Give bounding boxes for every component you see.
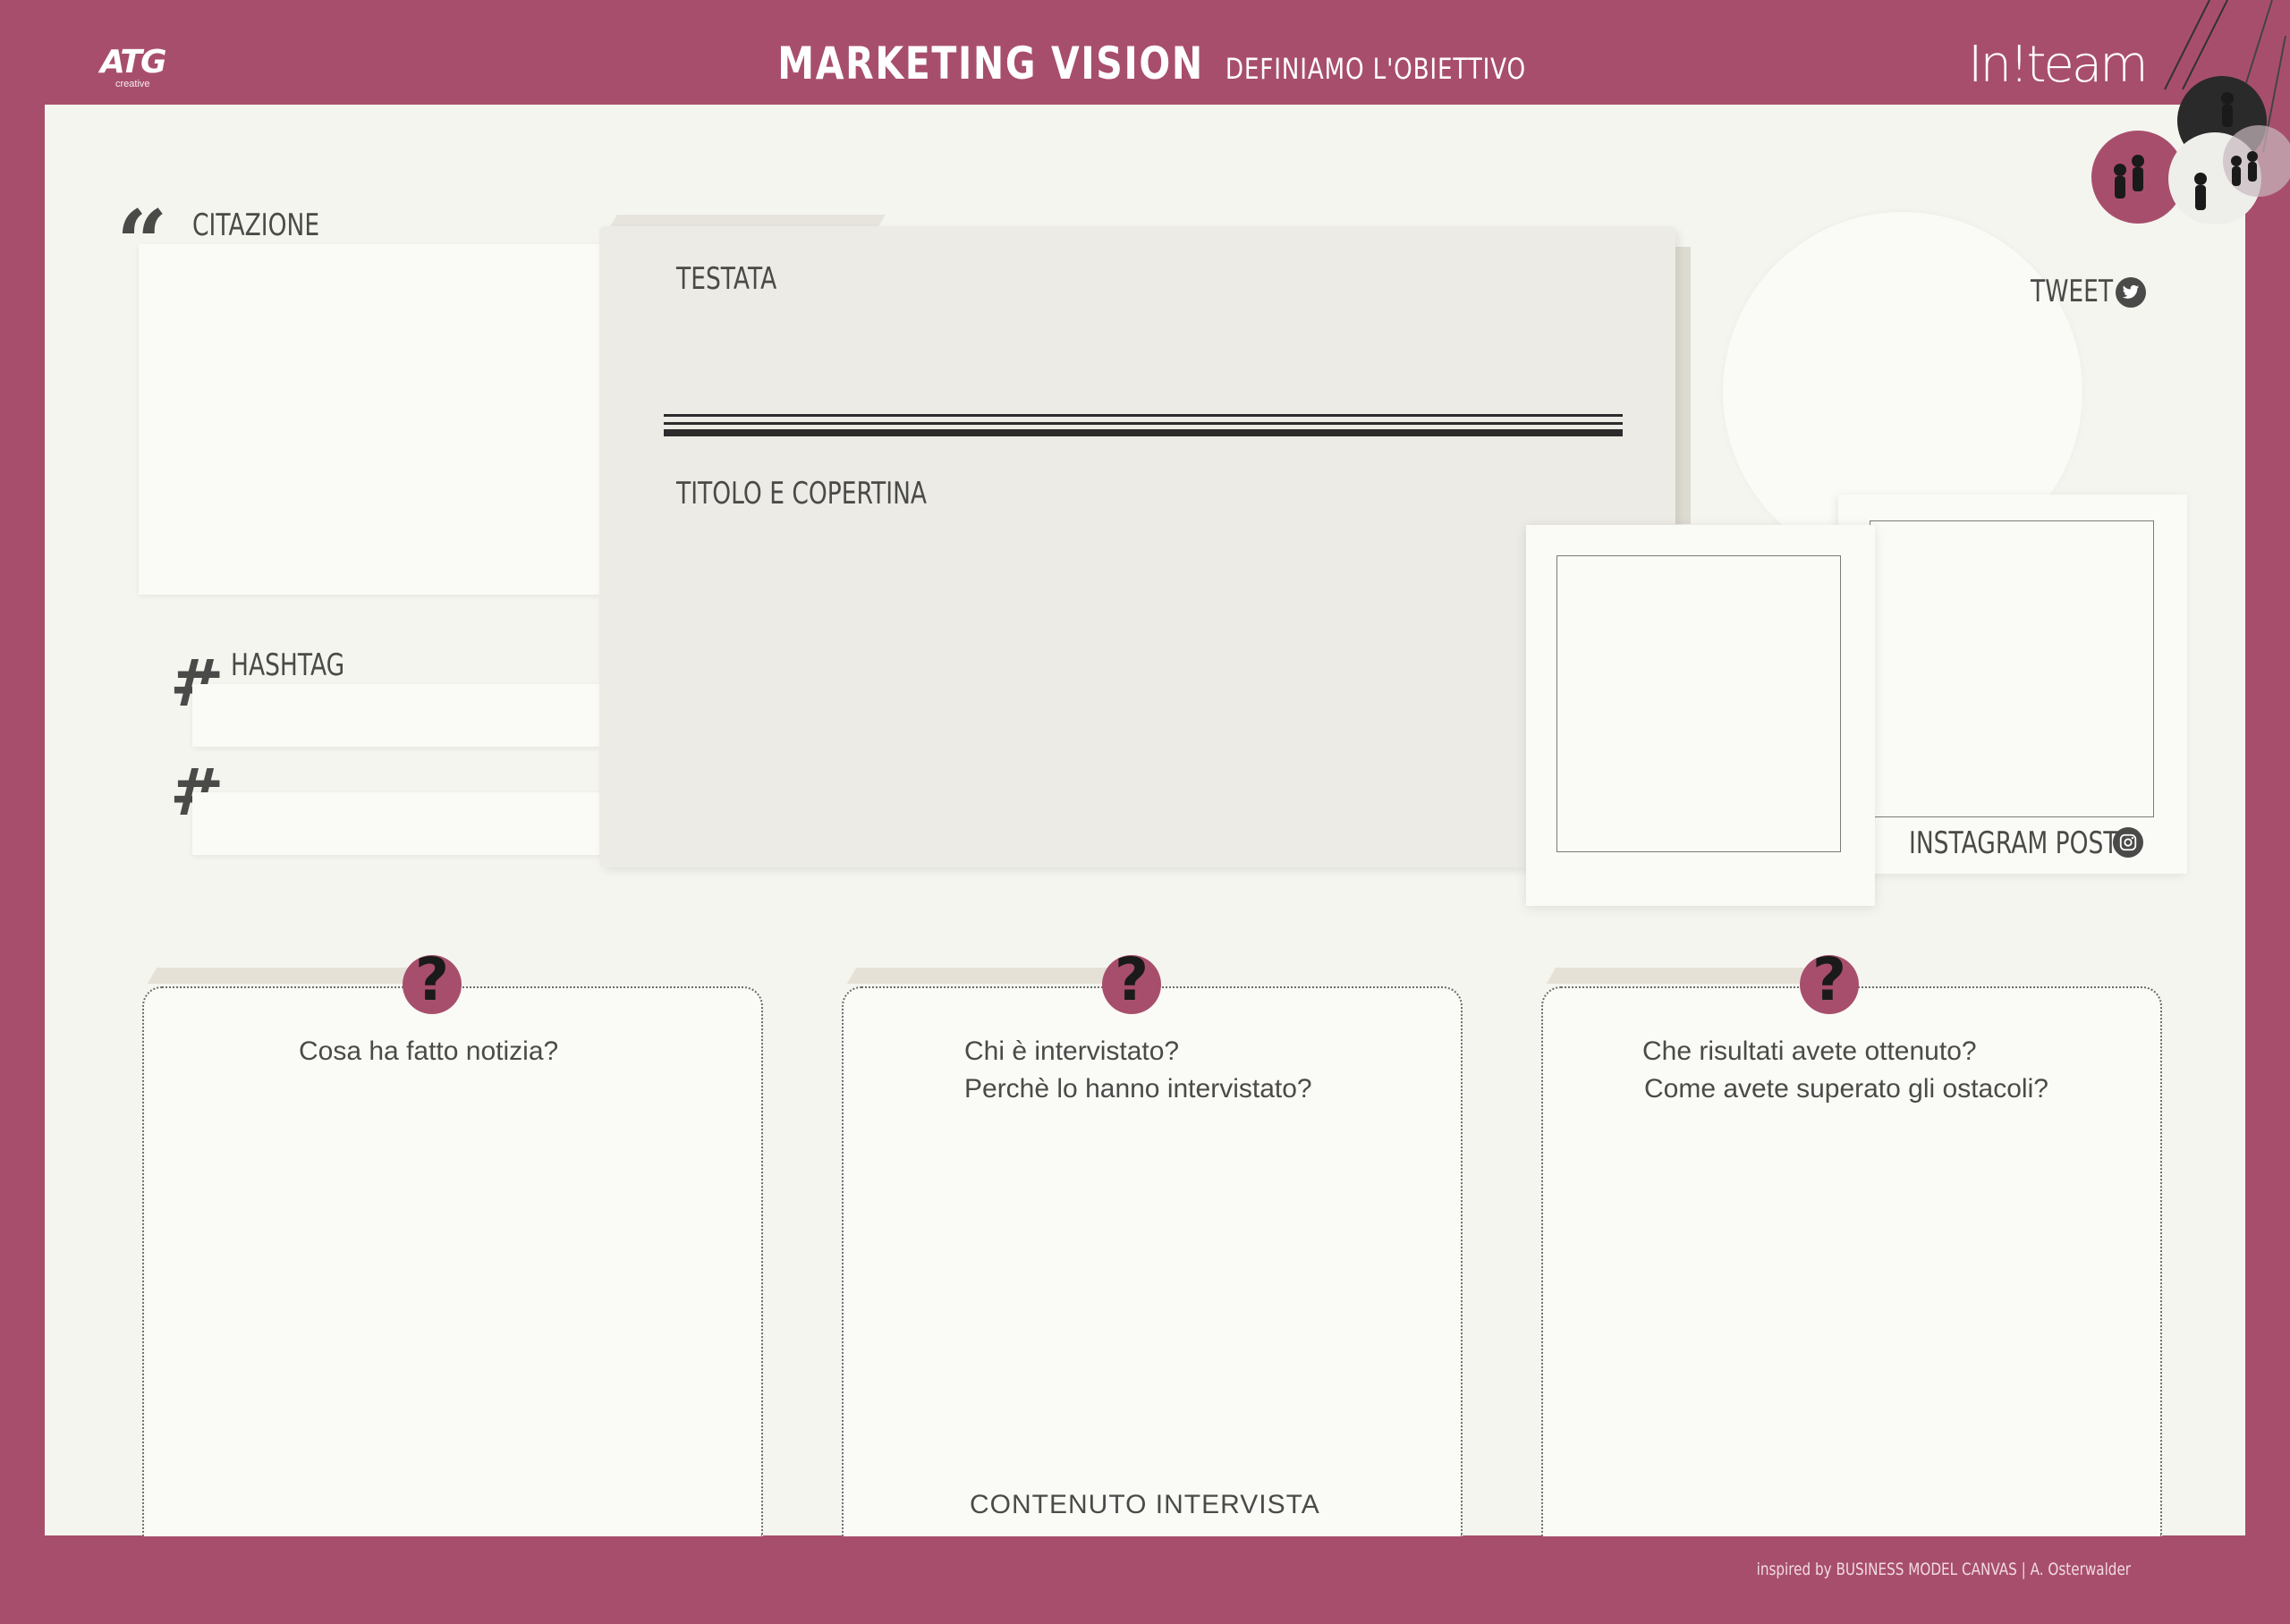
- hashtag-field-2[interactable]: [192, 792, 604, 855]
- titolo-label: TITOLO E COPERTINA: [676, 476, 928, 512]
- hashtag-field-1[interactable]: [192, 684, 604, 747]
- instagram-photo-back: [1870, 520, 2154, 817]
- citazione-box[interactable]: [139, 244, 604, 595]
- people-illustration-icon: [2091, 0, 2290, 224]
- question-mark-icon-2: ?: [1102, 951, 1161, 1014]
- question-mark-icon-3: ?: [1800, 951, 1859, 1014]
- instagram-label: INSTAGRAM POST: [1909, 825, 2118, 861]
- page-title: MARKETING VISION DEFINIAMO L'OBIETTIVO: [0, 38, 2290, 89]
- testata-label: TESTATA: [676, 261, 777, 297]
- title-main: MARKETING VISION: [777, 38, 1205, 89]
- twitter-icon: [2116, 277, 2146, 308]
- contenuto-intervista-label: CONTENUTO INTERVISTA: [970, 1490, 1320, 1519]
- newspaper-box[interactable]: [599, 226, 1675, 867]
- question-tab-3: [1546, 968, 1825, 984]
- question-tab-1: [147, 968, 426, 984]
- tweet-label: TWEET: [2031, 274, 2114, 309]
- question-1-text: Cosa ha fatto notizia?: [299, 1036, 559, 1066]
- instagram-photo-front: [1556, 555, 1841, 852]
- title-sub: DEFINIAMO L'OBIETTIVO: [1225, 52, 1526, 86]
- footer-credit: inspired by BUSINESS MODEL CANVAS | A. O…: [1756, 1560, 2131, 1579]
- newspaper-rule-top: [664, 414, 1623, 417]
- question-tab-2: [846, 968, 1125, 984]
- hashtag-label: HASHTAG: [231, 647, 345, 683]
- question-mark-icon: ?: [403, 951, 462, 1014]
- instagram-icon: [2113, 827, 2143, 858]
- newspaper-rule-middle: [664, 422, 1623, 425]
- question-3-text: Che risultati avete ottenuto? Come avete…: [1642, 1036, 2048, 1104]
- question-2-text: Chi è intervistato? Perchè lo hanno inte…: [964, 1036, 1312, 1104]
- citazione-label: CITAZIONE: [192, 207, 320, 243]
- newspaper-rule-bottom: [664, 429, 1623, 436]
